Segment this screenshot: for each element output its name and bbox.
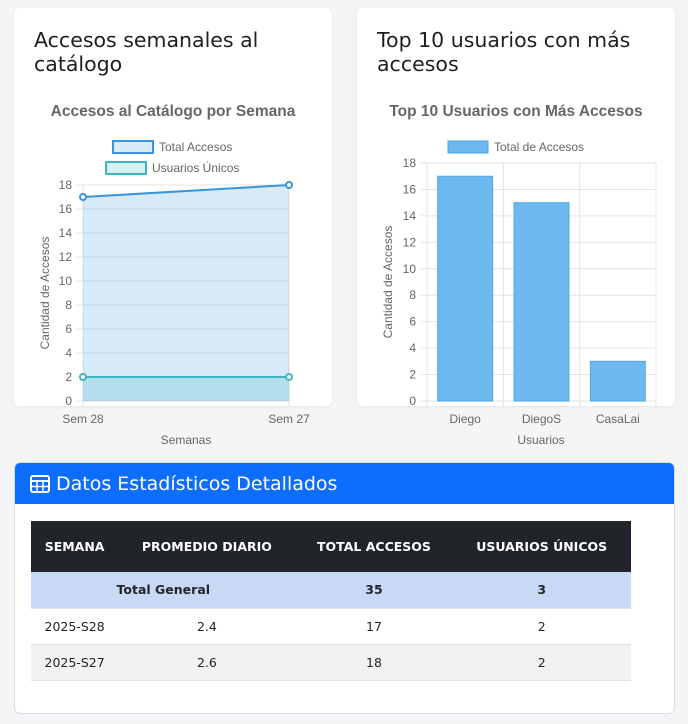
y-tick-label: 0 [409, 394, 416, 408]
y-tick-label: 4 [409, 341, 416, 355]
cell-total-accesos: 17 [295, 608, 453, 645]
column-header-promedio: PROMEDIO DIARIO [141, 539, 272, 554]
bar [589, 360, 646, 402]
cell-total-accesos: 18 [295, 644, 453, 681]
legend-label: Total de Accesos [494, 140, 584, 154]
total-row-usuarios-unicos: 3 [452, 572, 631, 609]
total-row-label: Total General [31, 572, 296, 609]
y-tick-label: 12 [403, 235, 417, 249]
y-tick-label: 16 [403, 182, 417, 196]
x-tick-label: Diego [449, 412, 481, 426]
legend-swatch [447, 140, 489, 154]
cell-usuarios-unicos: 2 [452, 608, 631, 645]
x-tick-label: DiegoS [522, 412, 561, 426]
table-row: 2025-S27 2.6 18 2 [31, 644, 631, 681]
total-row: Total General 35 3 [31, 572, 631, 609]
column-header-total-accesos: TOTAL ACCESOS [317, 539, 431, 554]
chart-title: Top 10 Usuarios con Más Accesos [389, 103, 642, 120]
y-tick-label: 18 [403, 156, 417, 170]
y-axis-label: Cantidad de Accesos [381, 226, 395, 339]
column-header-semana: SEMANA [44, 539, 105, 554]
bar [513, 202, 570, 402]
cell-promedio: 2.4 [118, 608, 296, 645]
table-icon [30, 474, 50, 493]
y-tick-label: 2 [409, 368, 416, 382]
stats-card: Datos Estadísticos Detallados SEMANA PRO… [14, 462, 675, 714]
y-tick-label: 10 [403, 262, 417, 276]
stats-header-title: Datos Estadísticos Detallados [56, 472, 338, 495]
table-row: 2025-S28 2.4 17 2 [31, 608, 631, 645]
cell-promedio: 2.6 [118, 644, 296, 681]
bar [437, 175, 494, 402]
stats-table-header-row: SEMANA PROMEDIO DIARIO TOTAL ACCESOS USU… [31, 521, 631, 572]
stats-header: Datos Estadísticos Detallados [15, 463, 674, 504]
cell-usuarios-unicos: 2 [452, 644, 631, 681]
x-axis-label: Usuarios [517, 433, 564, 447]
y-tick-label: 8 [409, 288, 416, 302]
total-row-total-accesos: 35 [295, 572, 453, 609]
y-tick-label: 6 [409, 315, 416, 329]
x-tick-label: CasaLai [596, 412, 640, 426]
column-header-usuarios-unicos: USUARIOS ÚNICOS [476, 539, 608, 554]
stats-table: SEMANA PROMEDIO DIARIO TOTAL ACCESOS USU… [31, 521, 631, 681]
top-users-bar-chart: Top 10 Usuarios con Más Accesos Total de … [381, 103, 657, 447]
y-tick-label: 14 [403, 209, 417, 223]
cell-semana: 2025-S28 [31, 608, 119, 645]
cell-semana: 2025-S27 [31, 644, 119, 681]
